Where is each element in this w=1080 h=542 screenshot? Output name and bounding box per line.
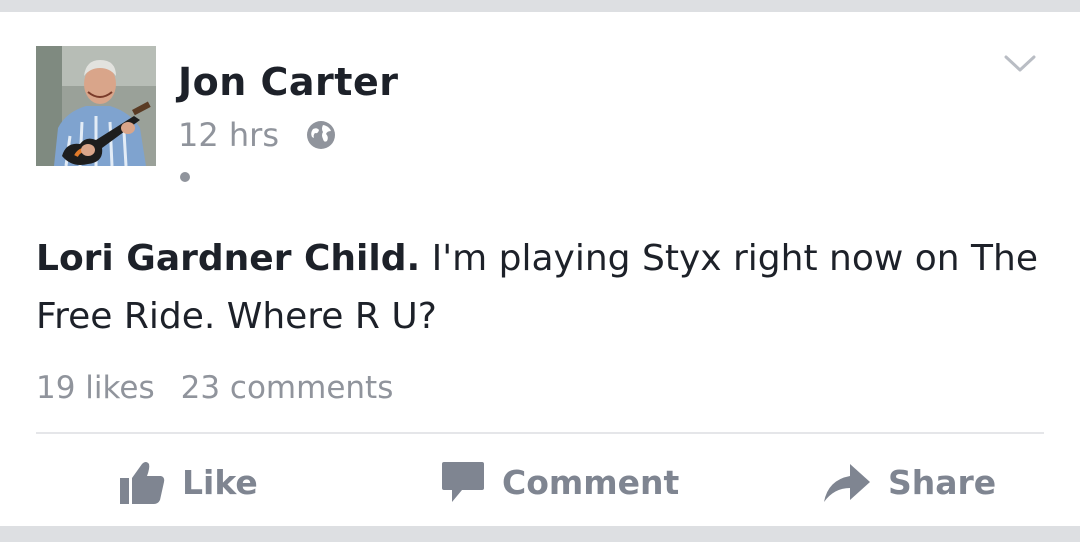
globe-icon [305, 119, 337, 151]
divider [36, 432, 1044, 434]
likes-count[interactable]: 19 likes [36, 370, 155, 406]
thumbs-up-icon [120, 462, 165, 504]
chevron-down-icon[interactable] [1002, 52, 1038, 76]
comment-bubble-icon [442, 462, 484, 502]
share-label: Share [888, 462, 997, 502]
separator-dot [180, 172, 190, 182]
mention-link[interactable]: Lori Gardner Child. [36, 238, 420, 279]
engagement-counts: 19 likes 23 comments [36, 370, 393, 406]
share-arrow-icon [824, 464, 870, 502]
post-card: Jon Carter 12 hrs Lori Gardner Child. I'… [0, 12, 1080, 526]
post-body: Lori Gardner Child. I'm playing Styx rig… [36, 230, 1046, 346]
comment-label: Comment [502, 462, 680, 502]
share-button[interactable]: Share [822, 452, 996, 512]
comment-button[interactable]: Comment [440, 452, 679, 512]
like-label: Like [182, 462, 258, 502]
post-timestamp[interactable]: 12 hrs [178, 116, 279, 154]
author-name[interactable]: Jon Carter [178, 60, 398, 104]
avatar[interactable] [36, 46, 156, 166]
post-meta: 12 hrs [178, 116, 337, 154]
like-button[interactable]: Like [118, 452, 258, 512]
comments-count[interactable]: 23 comments [181, 370, 394, 406]
